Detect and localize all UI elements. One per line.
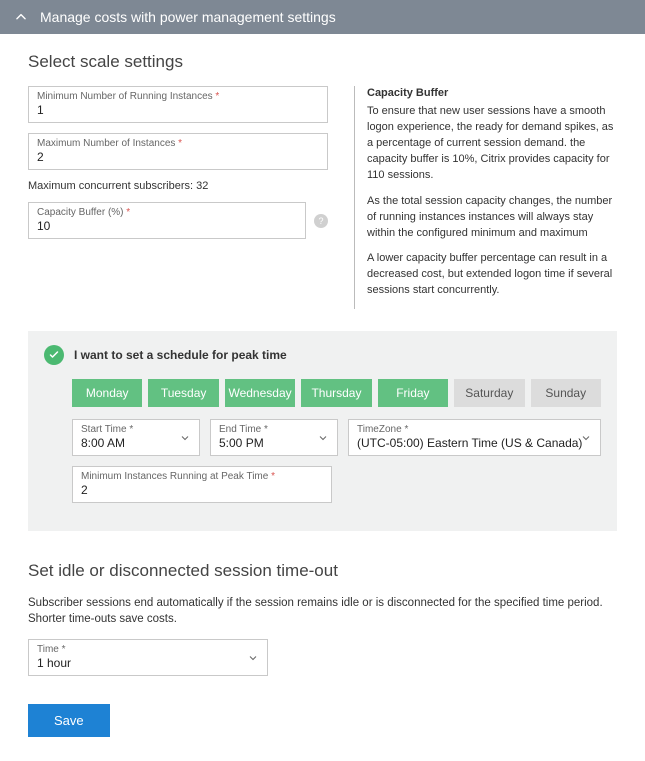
chevron-down-icon — [317, 432, 329, 444]
schedule-panel: I want to set a schedule for peak time M… — [28, 331, 617, 531]
idle-heading: Set idle or disconnected session time-ou… — [28, 561, 617, 581]
idle-description: Subscriber sessions end automatically if… — [28, 595, 617, 627]
required-mark: * — [215, 91, 219, 102]
max-instances-field[interactable]: Maximum Number of Instances * 2 — [28, 133, 328, 170]
day-thursday[interactable]: Thursday — [301, 379, 371, 407]
end-time-value: 5:00 PM — [219, 436, 329, 450]
header-title: Manage costs with power management setti… — [40, 9, 336, 25]
capacity-help-title: Capacity Buffer — [367, 86, 617, 102]
day-tuesday[interactable]: Tuesday — [148, 379, 218, 407]
capacity-help-p1: To ensure that new user sessions have a … — [367, 104, 617, 184]
check-icon — [48, 349, 60, 361]
min-instances-label: Minimum Number of Running Instances — [37, 91, 213, 102]
idle-time-value: 1 hour — [37, 656, 259, 670]
capacity-help-p3: A lower capacity buffer percentage can r… — [367, 251, 617, 299]
max-subscribers-note: Maximum concurrent subscribers: 32 — [28, 180, 328, 192]
day-friday[interactable]: Friday — [378, 379, 448, 407]
timezone-field[interactable]: TimeZone * (UTC-05:00) Eastern Time (US … — [348, 419, 601, 456]
max-instances-value: 2 — [37, 150, 319, 164]
end-time-field[interactable]: End Time * 5:00 PM — [210, 419, 338, 456]
day-sunday[interactable]: Sunday — [531, 379, 601, 407]
capacity-help-panel: Capacity Buffer To ensure that new user … — [354, 86, 617, 309]
capacity-buffer-value: 10 — [37, 219, 297, 233]
start-time-value: 8:00 AM — [81, 436, 191, 450]
help-icon[interactable]: ? — [314, 214, 328, 228]
timezone-value: (UTC-05:00) Eastern Time (US & Canada) — [357, 436, 592, 450]
max-instances-label: Maximum Number of Instances — [37, 138, 175, 149]
schedule-toggle[interactable] — [44, 345, 64, 365]
min-peak-instances-value: 2 — [81, 483, 323, 497]
section-header[interactable]: Manage costs with power management setti… — [0, 0, 645, 34]
day-monday[interactable]: Monday — [72, 379, 142, 407]
day-wednesday[interactable]: Wednesday — [225, 379, 295, 407]
min-instances-field[interactable]: Minimum Number of Running Instances * 1 — [28, 86, 328, 123]
start-time-field[interactable]: Start Time * 8:00 AM — [72, 419, 200, 456]
min-instances-value: 1 — [37, 103, 319, 117]
day-saturday[interactable]: Saturday — [454, 379, 524, 407]
day-selector: MondayTuesdayWednesdayThursdayFridaySatu… — [72, 379, 601, 407]
capacity-buffer-label: Capacity Buffer (%) — [37, 207, 124, 218]
chevron-down-icon — [580, 432, 592, 444]
chevron-up-icon — [14, 10, 28, 24]
save-button[interactable]: Save — [28, 704, 110, 737]
schedule-toggle-label: I want to set a schedule for peak time — [74, 348, 287, 362]
min-peak-instances-field[interactable]: Minimum Instances Running at Peak Time *… — [72, 466, 332, 503]
idle-time-field[interactable]: Time * 1 hour — [28, 639, 268, 676]
capacity-help-p2: As the total session capacity changes, t… — [367, 194, 617, 242]
chevron-down-icon — [247, 652, 259, 664]
scale-heading: Select scale settings — [28, 52, 617, 72]
capacity-buffer-field[interactable]: Capacity Buffer (%) * 10 — [28, 202, 306, 239]
chevron-down-icon — [179, 432, 191, 444]
